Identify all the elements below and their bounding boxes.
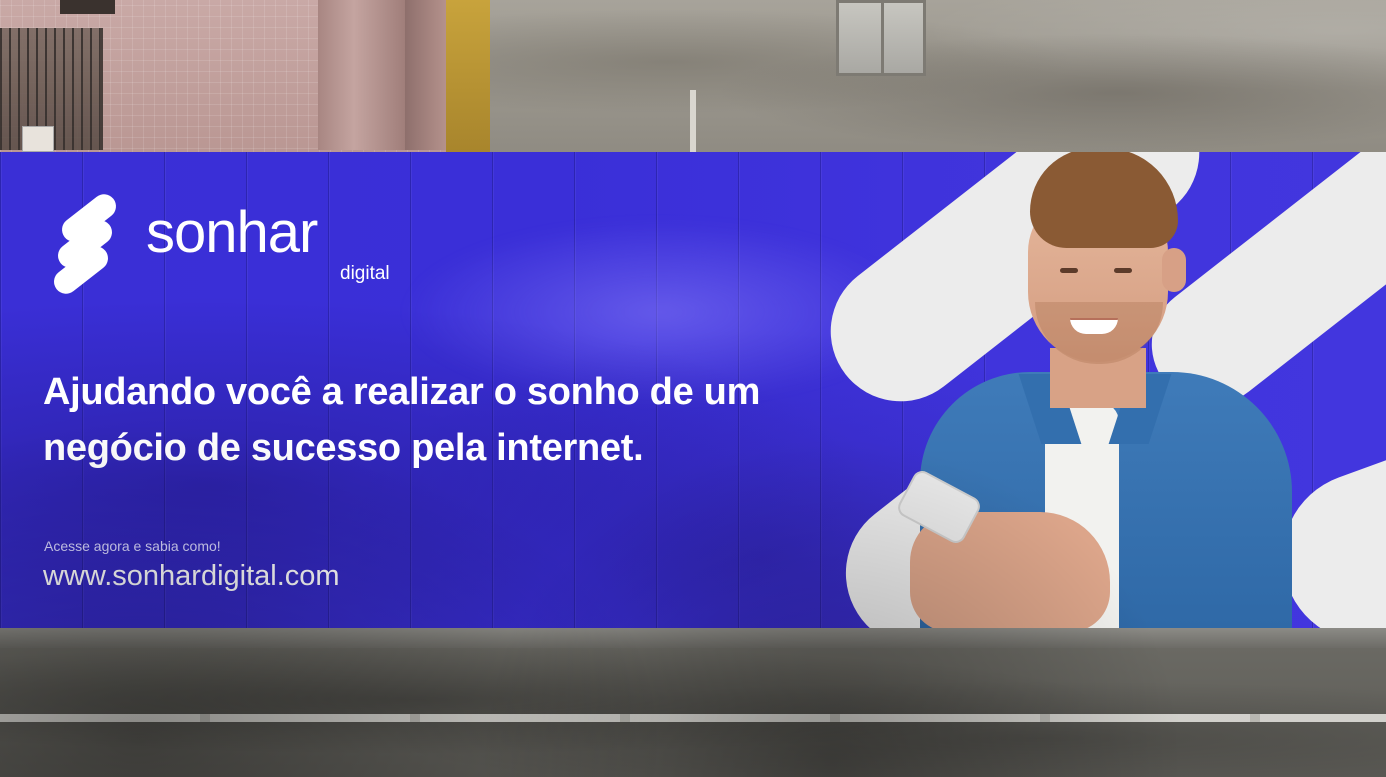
smiling-man-with-phone bbox=[880, 152, 1300, 630]
building-window bbox=[836, 0, 926, 76]
asphalt-road bbox=[0, 648, 1386, 777]
sonhar-logo-icon bbox=[44, 189, 126, 299]
brand-subtitle: digital bbox=[340, 263, 390, 284]
headline: Ajudando você a realizar o sonho de um n… bbox=[43, 371, 761, 469]
balcony-roof bbox=[60, 0, 115, 14]
concrete-wall bbox=[490, 0, 1386, 154]
brand-name: sonhar bbox=[146, 200, 318, 265]
street-scene: sonhar digital Ajudando você a realizar … bbox=[0, 0, 1386, 777]
billboard-hoarding: sonhar digital Ajudando você a realizar … bbox=[0, 152, 1386, 630]
website-url: www.sonhardigital.com bbox=[43, 560, 340, 592]
building-corner bbox=[405, 0, 450, 150]
building-pillar bbox=[318, 0, 408, 150]
hair bbox=[1030, 152, 1178, 248]
air-conditioner-unit bbox=[22, 126, 54, 152]
yellow-wall bbox=[446, 0, 492, 152]
sidewalk-curb bbox=[0, 628, 1386, 648]
lane-marking bbox=[0, 714, 1386, 722]
wall-pipe bbox=[690, 90, 696, 154]
call-to-action: Acesse agora e sabia como! bbox=[44, 538, 221, 554]
